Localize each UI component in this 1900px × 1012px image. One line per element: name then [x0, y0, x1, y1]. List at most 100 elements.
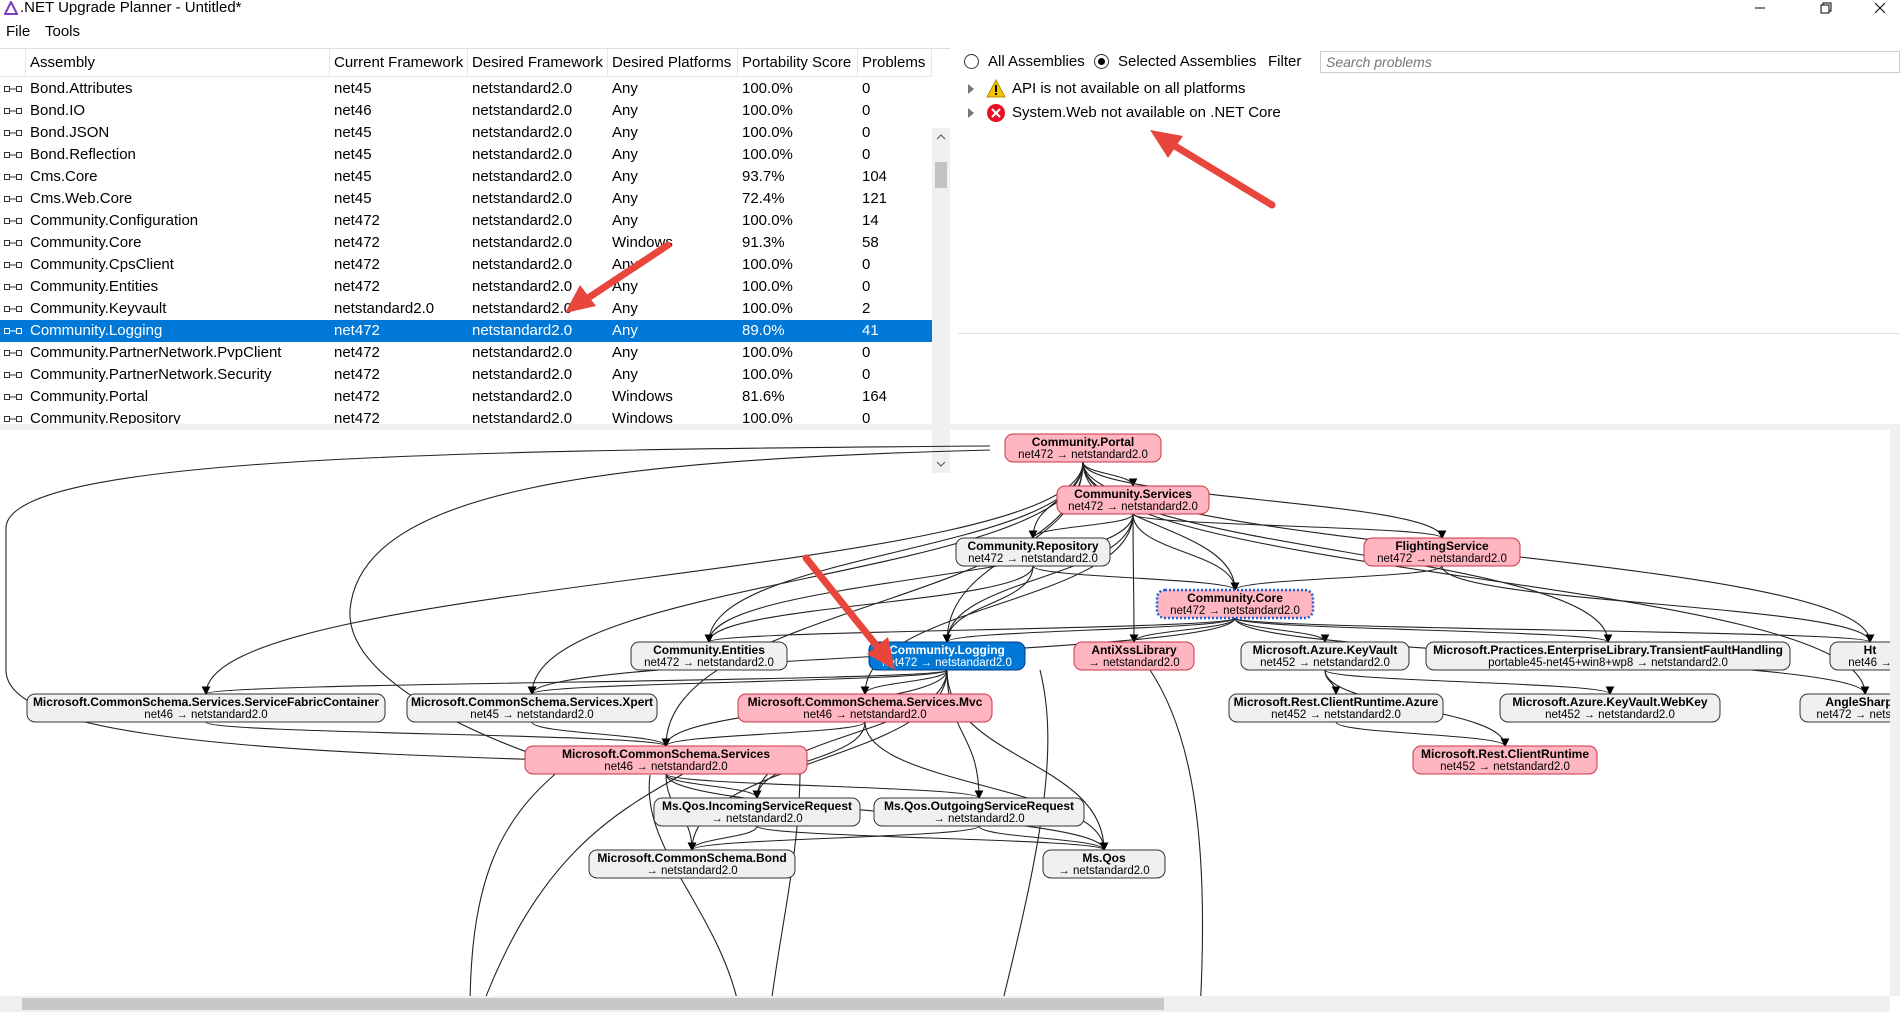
graph-node-isr[interactable]: Ms.Qos.IncomingServiceRequest→ netstanda…: [653, 797, 861, 827]
restore-button[interactable]: [1806, 0, 1846, 16]
expand-arrow-icon[interactable]: [968, 108, 974, 118]
graph-node-name: Ms.Qos.OutgoingServiceRequest: [884, 799, 1074, 813]
cell-portability-score: 100.0%: [742, 410, 793, 425]
graph-node-name: Microsoft.CommonSchema.Services: [562, 747, 770, 761]
table-row[interactable]: Bond.Attributes net45 netstandard2.0 Any 100…: [0, 78, 932, 100]
assembly-icon: [4, 174, 22, 180]
graph-node-kv[interactable]: Microsoft.Azure.KeyVaultnet452 → netstan…: [1240, 641, 1410, 671]
graph-node-core[interactable]: Community.Corenet472 → netstandard2.0: [1155, 588, 1315, 620]
graph-node-portal[interactable]: Community.Portalnet472 → netstandard2.0: [1004, 433, 1162, 463]
cell-desired-framework: netstandard2.0: [472, 410, 573, 425]
graph-node-logging[interactable]: Community.Loggingnet472 → netstandard2.0: [868, 641, 1026, 671]
graph-node-name: Microsoft.Azure.KeyVault.WebKey: [1512, 695, 1707, 709]
cell-current-framework: net45: [334, 168, 372, 185]
minimize-button[interactable]: [1740, 0, 1780, 16]
graph-node-sfc[interactable]: Microsoft.CommonSchema.Services.ServiceF…: [26, 693, 386, 723]
search-problems-input[interactable]: [1320, 51, 1900, 73]
cell-portability-score: 91.3%: [742, 234, 785, 251]
graph-edge: [661, 721, 866, 748]
graph-node-framework: net45 → netstandard2.0: [470, 709, 593, 721]
graph-scroll-thumb[interactable]: [22, 998, 1164, 1010]
cell-portability-score: 100.0%: [742, 124, 793, 141]
table-row[interactable]: Bond.Reflection net45 netstandard2.0 Any 100…: [0, 144, 932, 166]
table-row[interactable]: Bond.IO net46 netstandard2.0 Any 100.0% 0: [0, 100, 932, 122]
cell-desired-platforms: Any: [612, 124, 638, 141]
cell-current-framework: net45: [334, 190, 372, 207]
graph-node-framework: net472 → netstandard2.0: [1068, 501, 1198, 513]
cell-problems: 0: [862, 124, 871, 141]
graph-node-rcr[interactable]: Microsoft.Rest.ClientRuntimenet452 → net…: [1412, 745, 1598, 775]
problem-text: API is not available on all platforms: [1012, 80, 1246, 97]
graph-node-repo[interactable]: Community.Repositorynet472 → netstandard…: [955, 537, 1111, 567]
table-row[interactable]: Community.CpsClient net472 netstandard2.0 A…: [0, 254, 932, 276]
graph-node-name: Community.Entities: [653, 643, 765, 657]
graph-node-services[interactable]: Community.Servicesnet472 → netstandard2.…: [1056, 485, 1210, 515]
cell-problems: 41: [862, 322, 879, 339]
cell-current-framework: net472: [334, 344, 380, 361]
cell-portability-score: 81.6%: [742, 388, 785, 405]
assembly-icon: [4, 152, 22, 158]
chevron-up-icon: [936, 134, 946, 140]
table-row[interactable]: Cms.Core net45 netstandard2.0 Any 93.7% 104: [0, 166, 932, 188]
table-row[interactable]: Community.Portal net472 netstandard2.0 Wind…: [0, 386, 932, 408]
graph-node-antixss[interactable]: AntiXssLibrary→ netstandard2.0: [1073, 641, 1195, 671]
graph-node-bond[interactable]: Microsoft.CommonSchema.Bond→ netstandard…: [588, 849, 796, 879]
cell-assembly: Cms.Web.Core: [30, 190, 133, 207]
menu-file[interactable]: File: [6, 23, 30, 40]
graph-node-mvc[interactable]: Microsoft.CommonSchema.Services.Mvcnet46…: [737, 693, 993, 723]
graph-node-flight[interactable]: FlightingServicenet472 → netstandard2.0: [1363, 537, 1521, 567]
cell-desired-framework: netstandard2.0: [472, 80, 573, 97]
graph-nodes: Community.Portalnet472 → netstandard2.0 C…: [26, 433, 1900, 879]
all-assemblies-label[interactable]: All Assemblies: [988, 53, 1085, 70]
selected-assemblies-label[interactable]: Selected Assemblies: [1118, 53, 1256, 70]
graph-node-entities[interactable]: Community.Entitiesnet472 → netstandard2.…: [630, 641, 788, 671]
graph-node-name: Microsoft.Azure.KeyVault: [1253, 643, 1398, 657]
table-row[interactable]: Cms.Web.Core net45 netstandard2.0 Any 72.4% 1…: [0, 188, 932, 210]
graph-node-framework: net452 → netstandard2.0: [1271, 709, 1401, 721]
cell-portability-score: 100.0%: [742, 256, 793, 273]
graph-node-mpel[interactable]: Microsoft.Practices.EnterpriseLibrary.Tr…: [1425, 641, 1791, 671]
expand-arrow-icon[interactable]: [968, 84, 974, 94]
assembly-icon: [4, 372, 22, 378]
table-row[interactable]: Community.Keyvault netstandard2.0 netstand…: [0, 298, 932, 320]
assembly-icon: [4, 196, 22, 202]
table-row[interactable]: Community.Configuration net472 netstandard…: [0, 210, 932, 232]
graph-node-kvwk[interactable]: Microsoft.Azure.KeyVault.WebKeynet452 → …: [1499, 693, 1721, 723]
cell-desired-platforms: Any: [612, 344, 638, 361]
table-row[interactable]: Bond.JSON net45 netstandard2.0 Any 100.0% 0: [0, 122, 932, 144]
graph-node-name: Microsoft.CommonSchema.Bond: [597, 851, 786, 865]
graph-node-framework: net472 → netstandard2.0: [1018, 449, 1148, 461]
graph-node-name: Community.Logging: [889, 643, 1005, 657]
cell-desired-framework: netstandard2.0: [472, 168, 573, 185]
graph-node-xpert[interactable]: Microsoft.CommonSchema.Services.Xpertnet…: [406, 693, 658, 723]
graph-node-qos[interactable]: Ms.Qos→ netstandard2.0: [1042, 849, 1166, 879]
table-row[interactable]: Community.Repository net472 netstandard2.0…: [0, 408, 932, 425]
scroll-up-button[interactable]: [932, 128, 950, 146]
graph-edge: [1149, 669, 1204, 1012]
cell-desired-platforms: Any: [612, 300, 638, 317]
table-row[interactable]: Community.Core net472 netstandard2.0 Window…: [0, 232, 932, 254]
table-row[interactable]: Community.Logging net472 netstandard2.0 Any…: [0, 320, 932, 342]
table-row[interactable]: Community.PartnerNetwork.Security net472 n…: [0, 364, 932, 386]
cell-problems: 0: [862, 256, 871, 273]
graph-node-osr[interactable]: Ms.Qos.OutgoingServiceRequest→ netstanda…: [873, 797, 1085, 827]
graph-vertical-scrollbar[interactable]: [1890, 430, 1900, 996]
table-row[interactable]: Community.PartnerNetwork.PvpClient net472…: [0, 342, 932, 364]
dependency-graph[interactable]: Community.Portalnet472 → netstandard2.0 C…: [0, 430, 1900, 1012]
close-button[interactable]: [1860, 0, 1900, 16]
graph-node-rcra[interactable]: Microsoft.Rest.ClientRuntime.Azurenet452…: [1228, 693, 1444, 723]
graph-node-name: Community.Core: [1187, 591, 1283, 605]
all-assemblies-radio[interactable]: [964, 54, 979, 69]
cell-desired-framework: netstandard2.0: [472, 212, 573, 229]
table-row[interactable]: Community.Entities net472 netstandard2.0 An…: [0, 276, 932, 298]
graph-node-cs[interactable]: Microsoft.CommonSchema.Servicesnet46 → n…: [524, 745, 808, 775]
selected-assemblies-radio[interactable]: [1094, 54, 1109, 69]
graph-horizontal-scrollbar[interactable]: [0, 996, 1890, 1012]
menu-tools[interactable]: Tools: [45, 23, 80, 40]
cell-problems: 0: [862, 146, 871, 163]
table-scrollbar[interactable]: [932, 128, 950, 473]
cell-desired-platforms: Any: [612, 102, 638, 119]
scroll-thumb[interactable]: [935, 162, 947, 188]
graph-node-angle[interactable]: AngleSharp.Cnet472 → netstand: [1799, 693, 1900, 723]
cell-desired-framework: netstandard2.0: [472, 278, 573, 295]
